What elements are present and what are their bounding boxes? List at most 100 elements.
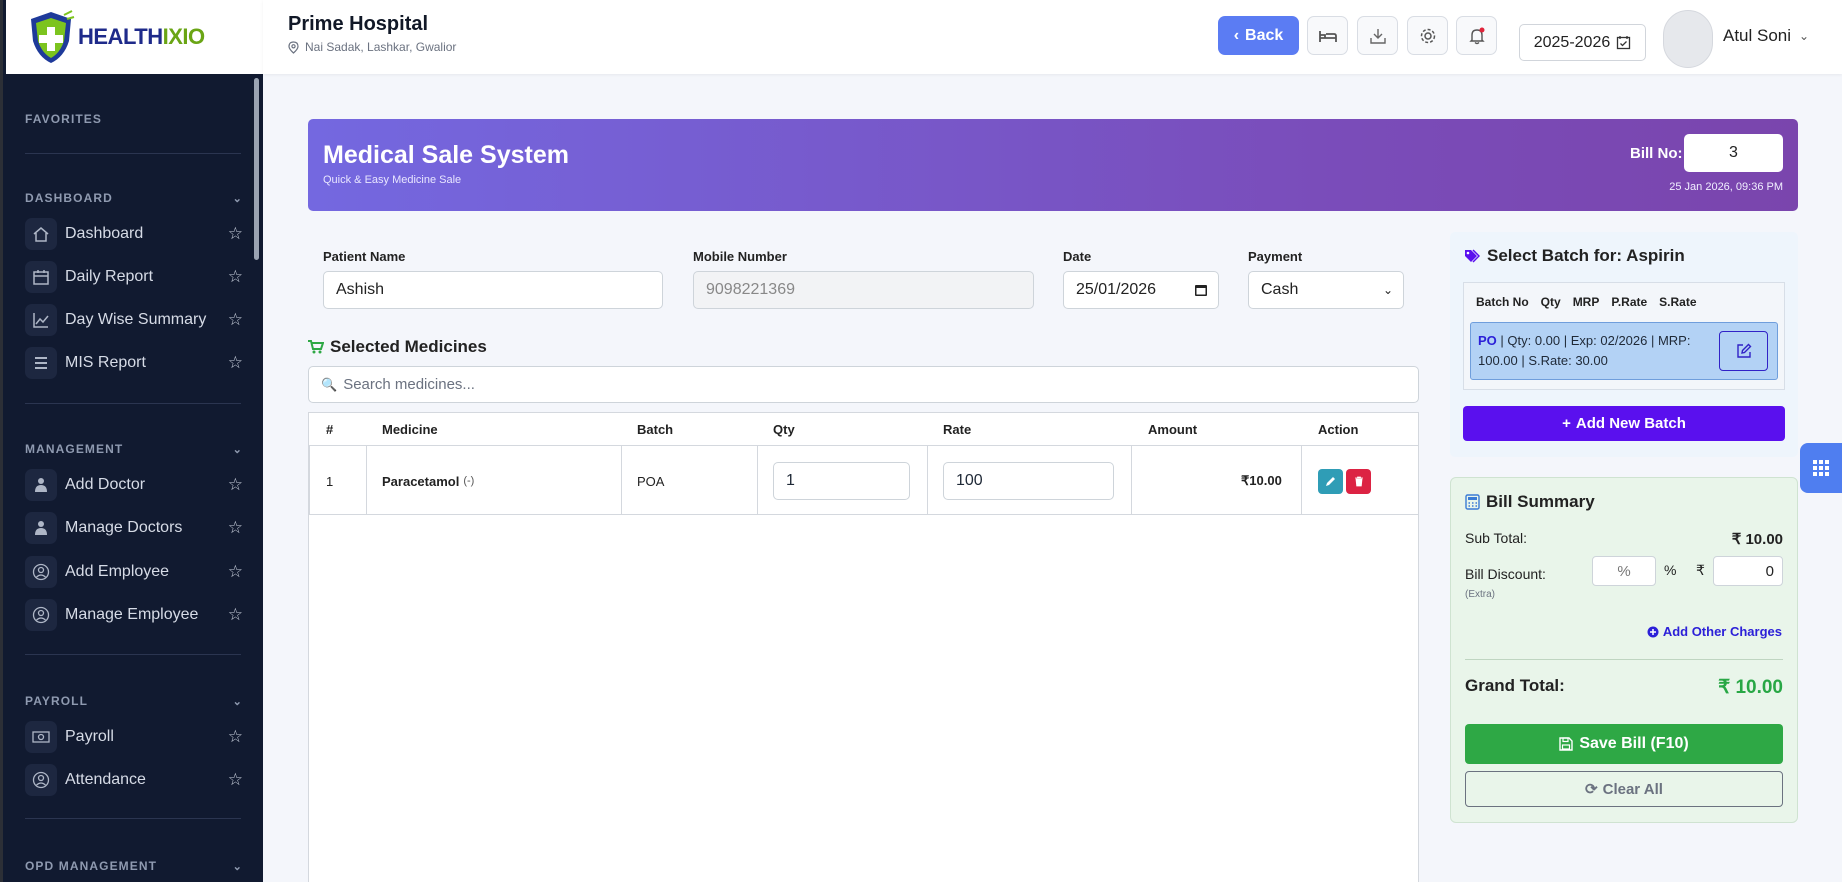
financial-year-select[interactable]: 2025-2026 [1519, 24, 1646, 61]
calculator-icon [1465, 494, 1480, 510]
add-other-charges-link[interactable]: Add Other Charges [1647, 624, 1782, 639]
divider [1465, 659, 1783, 660]
star-icon[interactable]: ☆ [228, 353, 243, 373]
notifications-button[interactable] [1456, 16, 1497, 55]
calendar-icon [25, 261, 57, 293]
chevron-down-icon: ⌄ [232, 860, 243, 873]
divider [1418, 445, 1419, 515]
divider [25, 153, 241, 154]
column-header: Rate [943, 421, 972, 437]
star-icon[interactable]: ☆ [228, 605, 243, 625]
patient-name-label: Patient Name [323, 249, 406, 264]
sidebar-item-dashboard[interactable]: Dashboard ☆ [25, 218, 243, 250]
bill-discount-label: Bill Discount: [1465, 566, 1546, 582]
mobile-number-label: Mobile Number [693, 249, 787, 264]
logo[interactable]: HEALTHIXIO [6, 0, 266, 74]
sidebar: HEALTHIXIO FAVORITES DASHBOARD ⌄ Dashboar… [0, 0, 266, 882]
selected-medicines-heading: Selected Medicines [308, 337, 487, 357]
payment-label: Payment [1248, 249, 1303, 264]
chevron-down-icon: ⌄ [232, 192, 243, 205]
edit-row-button[interactable] [1318, 469, 1343, 494]
divider [25, 654, 241, 655]
date-input[interactable]: 25/01/2026 [1063, 271, 1219, 309]
settings-button[interactable] [1407, 16, 1448, 55]
sidebar-item-daily-report[interactable]: Daily Report ☆ [25, 261, 243, 293]
back-button[interactable]: ‹ Back [1218, 16, 1299, 55]
sidebar-item-add-doctor[interactable]: Add Doctor ☆ [25, 469, 243, 501]
money-icon [25, 721, 57, 753]
star-icon[interactable]: ☆ [228, 267, 243, 287]
top-bar: Prime Hospital Nai Sadak, Lashkar, Gwali… [263, 0, 1842, 74]
save-bill-button[interactable]: Save Bill (F10) [1465, 724, 1783, 764]
column-header: # [326, 421, 334, 437]
user-menu[interactable]: Atul Soni ⌄ [1723, 26, 1809, 46]
calendar-icon[interactable] [1194, 283, 1208, 297]
summary-title-text: Bill Summary [1486, 492, 1595, 511]
doctor-icon [25, 512, 57, 544]
sidebar-item-manage-employee[interactable]: Manage Employee ☆ [25, 599, 243, 631]
qty-input[interactable]: 1 [773, 462, 910, 500]
edit-batch-button[interactable] [1719, 331, 1768, 371]
batch-row[interactable]: PO | Qty: 0.00 | Exp: 02/2026 | MRP: 100… [1470, 322, 1778, 380]
sidebar-item-mis-report[interactable]: MIS Report ☆ [25, 347, 243, 379]
avatar[interactable] [1663, 10, 1713, 68]
add-new-batch-button[interactable]: + Add New Batch [1463, 406, 1785, 441]
bill-no-input[interactable]: 3 [1684, 134, 1783, 172]
medicine-search-input[interactable]: 🔍 Search medicines... [308, 366, 1419, 403]
sidebar-item-label: Add Employee [65, 563, 170, 580]
amount-value: ₹10.00 [1241, 473, 1282, 488]
discount-percent-input[interactable]: % [1592, 556, 1656, 586]
sidebar-item-day-wise-summary[interactable]: Day Wise Summary ☆ [25, 304, 243, 336]
sidebar-item-manage-doctors[interactable]: Manage Doctors ☆ [25, 512, 243, 544]
sidebar-item-label: Manage Doctors [65, 519, 183, 536]
bill-summary-panel: Bill Summary Sub Total: ₹ 10.00 Bill Dis… [1450, 477, 1798, 823]
section-opd-management[interactable]: OPD MANAGEMENT ⌄ [25, 859, 243, 873]
section-payroll[interactable]: PAYROLL ⌄ [25, 694, 243, 708]
sidebar-item-attendance[interactable]: Attendance ☆ [25, 764, 243, 796]
rate-input[interactable]: 100 [943, 462, 1114, 500]
discount-note: (Extra) [1465, 589, 1495, 600]
section-dashboard[interactable]: DASHBOARD ⌄ [25, 191, 243, 205]
mobile-number-input[interactable]: 9098221369 [693, 271, 1034, 309]
bell-icon [1468, 27, 1485, 44]
apps-grid-button[interactable] [1800, 443, 1842, 493]
section-title: OPD MANAGEMENT [25, 859, 158, 873]
section-management[interactable]: MANAGEMENT ⌄ [25, 442, 243, 456]
chevron-down-icon: ⌄ [1799, 29, 1810, 43]
patient-name-input[interactable]: Ashish [323, 271, 663, 309]
clear-all-button[interactable]: ⟳ Clear All [1465, 771, 1783, 807]
star-icon[interactable]: ☆ [228, 770, 243, 790]
star-icon[interactable]: ☆ [228, 562, 243, 582]
star-icon[interactable]: ☆ [228, 310, 243, 330]
sidebar-scrollbar[interactable] [254, 78, 259, 260]
star-icon[interactable]: ☆ [228, 727, 243, 747]
batch-value: POA [637, 473, 665, 489]
logo-text-health: HEALTH [78, 24, 163, 49]
discount-amount-input[interactable]: 0 [1713, 556, 1783, 586]
star-icon[interactable]: ☆ [228, 475, 243, 495]
payment-select[interactable]: Cash ⌄ [1248, 271, 1404, 309]
medicine-name-text: Paracetamol [382, 473, 460, 489]
doctor-icon [25, 469, 57, 501]
calendar-check-icon [1617, 36, 1631, 50]
grand-total-label: Grand Total: [1465, 676, 1565, 695]
bed-button[interactable] [1307, 16, 1348, 55]
delete-row-button[interactable] [1346, 469, 1371, 494]
sidebar-item-label: MIS Report [65, 354, 146, 371]
batch-panel: Select Batch for: Aspirin Batch No Qty M… [1450, 232, 1798, 457]
batch-title: Select Batch for: Aspirin [1464, 246, 1685, 266]
divider [25, 818, 241, 819]
sale-header-banner: Medical Sale System Quick & Easy Medicin… [308, 119, 1798, 211]
sidebar-item-add-employee[interactable]: Add Employee ☆ [25, 556, 243, 588]
chart-line-icon [25, 304, 57, 336]
batch-details-text: | Qty: 0.00 | Exp: 02/2026 | MRP: 100.00… [1478, 333, 1691, 368]
column-header: Qty [773, 421, 795, 437]
add-batch-label: Add New Batch [1575, 415, 1686, 432]
download-button[interactable] [1357, 16, 1398, 55]
column-header: Amount [1148, 421, 1198, 437]
star-icon[interactable]: ☆ [228, 518, 243, 538]
column-header: Batch No [1476, 295, 1529, 309]
sidebar-item-label: Day Wise Summary [65, 311, 207, 328]
star-icon[interactable]: ☆ [228, 224, 243, 244]
sidebar-item-payroll[interactable]: Payroll ☆ [25, 721, 243, 753]
